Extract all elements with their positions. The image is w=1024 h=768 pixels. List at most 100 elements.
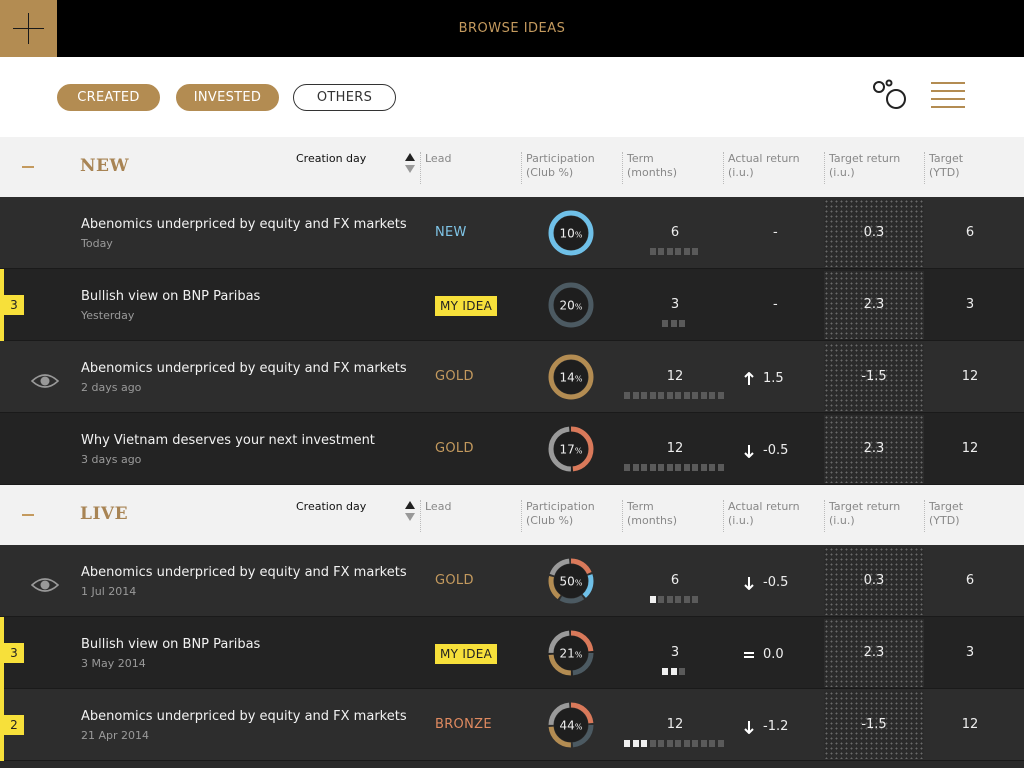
bubbles-view-icon[interactable] — [870, 78, 910, 114]
actual-return-value: 1.5 — [763, 371, 784, 386]
target-return-value: 0.3 — [863, 573, 885, 588]
column-header-line: Target — [929, 500, 964, 513]
idea-title[interactable]: Abenomics underpriced by equity and FX m… — [81, 709, 407, 724]
term-progress-bar — [624, 464, 726, 471]
column-header-line: (i.u.) — [829, 166, 855, 179]
column-header-line: Term — [627, 152, 654, 165]
term-progress-bar — [624, 740, 726, 747]
column-header-line: (months) — [627, 166, 678, 179]
participation-donut: 21% — [548, 630, 594, 676]
column-header-ytd[interactable]: Target (YTD) — [924, 152, 1020, 184]
term-segment — [700, 392, 707, 399]
term-progress-bar — [649, 248, 701, 255]
filter-others-button[interactable]: OTHERS — [293, 84, 396, 111]
term-segment — [649, 392, 656, 399]
arrow-down-icon — [744, 577, 754, 590]
column-header-line: (Club %) — [526, 514, 574, 527]
sort-arrows-icon[interactable] — [405, 153, 415, 175]
idea-row[interactable]: Abenomics underpriced by equity and FX m… — [0, 341, 1024, 413]
term-progress-bar — [624, 392, 726, 399]
rank-badge: 2 — [4, 715, 24, 735]
actual-return-value: 0.0 — [763, 647, 784, 662]
lead-label: BRONZE — [435, 717, 492, 732]
term-progress-bar — [662, 668, 688, 675]
idea-date: 2 days ago — [81, 381, 142, 394]
idea-row[interactable]: Abenomics underpriced by equity and FX m… — [0, 545, 1024, 617]
term-segment — [658, 464, 664, 471]
column-header-actual[interactable]: Actual return (i.u.) — [723, 500, 823, 532]
idea-title[interactable]: Bullish view on BNP Paribas — [81, 289, 260, 304]
column-header-actual[interactable]: Actual return (i.u.) — [723, 152, 823, 184]
target-ytd-value: 12 — [961, 717, 979, 732]
eye-icon[interactable] — [31, 576, 59, 594]
term-segment — [675, 596, 681, 603]
percent-sign: % — [575, 375, 583, 384]
idea-row[interactable]: Abenomics underpriced by equity and FX m… — [0, 197, 1024, 269]
percent-sign: % — [575, 651, 583, 660]
term-segment — [717, 740, 724, 747]
column-header-line: Actual return — [728, 152, 800, 165]
arrow-down-icon — [744, 721, 754, 734]
participation-number: 17 — [560, 443, 575, 457]
participation-number: 14 — [560, 371, 575, 385]
collapse-section-button[interactable] — [22, 166, 34, 168]
column-header-line: (i.u.) — [728, 514, 754, 527]
column-header-term[interactable]: Term (months) — [622, 500, 722, 532]
idea-title[interactable]: Abenomics underpriced by equity and FX m… — [81, 217, 407, 232]
idea-date: Yesterday — [81, 309, 135, 322]
idea-row[interactable]: 2 Abenomics underpriced by equity and FX … — [0, 689, 1024, 761]
target-return-value: 2.3 — [863, 441, 885, 456]
idea-row[interactable]: Why Vietnam deserves your next investmen… — [0, 413, 1024, 485]
term-segment — [666, 392, 673, 399]
percent-sign: % — [575, 303, 583, 312]
idea-row[interactable]: 3 Bullish view on BNP Paribas Yesterday MY … — [0, 269, 1024, 341]
column-header-target[interactable]: Target return (i.u.) — [824, 500, 924, 532]
idea-title[interactable]: Abenomics underpriced by equity and FX m… — [81, 361, 407, 376]
column-header-target[interactable]: Target return (i.u.) — [824, 152, 924, 184]
term-segment — [683, 596, 690, 603]
idea-row[interactable]: 3 Bullish view on BNP Paribas 3 May 2014 MY… — [0, 617, 1024, 689]
term-segment — [624, 740, 630, 747]
column-header-line: (YTD) — [929, 166, 960, 179]
column-header-lead[interactable]: Lead — [420, 500, 520, 532]
column-header-participation[interactable]: Participation (Club %) — [521, 152, 621, 184]
term-segment — [632, 464, 639, 471]
column-header-ytd[interactable]: Target (YTD) — [924, 500, 1020, 532]
term-value: 3 — [670, 297, 680, 312]
collapse-section-button[interactable] — [22, 514, 34, 516]
arrow-down-icon — [744, 445, 754, 458]
idea-title[interactable]: Bullish view on BNP Paribas — [81, 637, 260, 652]
sort-column-header[interactable]: Creation day — [296, 152, 366, 165]
column-header-participation[interactable]: Participation (Club %) — [521, 500, 621, 532]
term-segment — [649, 740, 656, 747]
term-segment — [666, 740, 673, 747]
menu-icon[interactable] — [931, 81, 965, 109]
term-segment — [624, 464, 630, 471]
column-header-term[interactable]: Term (months) — [622, 152, 722, 184]
sort-column-header[interactable]: Creation day — [296, 500, 366, 513]
column-header-line: Target return — [829, 152, 901, 165]
participation-donut: 14% — [548, 354, 594, 400]
target-return-value: 2.3 — [863, 297, 885, 312]
actual-return-value: - — [773, 297, 778, 312]
term-value: 6 — [670, 225, 680, 240]
idea-date: 1 Jul 2014 — [81, 585, 137, 598]
filter-invested-button[interactable]: INVESTED — [176, 84, 279, 111]
rank-badge: 3 — [4, 295, 24, 315]
idea-title[interactable]: Abenomics underpriced by equity and FX m… — [81, 565, 407, 580]
percent-sign: % — [575, 579, 583, 588]
participation-donut: 50% — [548, 558, 594, 604]
term-segment — [692, 392, 698, 399]
filter-created-button[interactable]: CREATED — [57, 84, 160, 111]
term-value: 6 — [670, 573, 680, 588]
add-idea-button[interactable] — [0, 0, 57, 57]
term-segment — [675, 464, 681, 471]
idea-title[interactable]: Why Vietnam deserves your next investmen… — [81, 433, 375, 448]
term-segment — [658, 392, 664, 399]
column-header-line: Participation — [526, 500, 595, 513]
eye-icon[interactable] — [31, 372, 59, 390]
column-header-lead[interactable]: Lead — [420, 152, 520, 184]
sort-arrows-icon[interactable] — [405, 501, 415, 523]
term-value: 3 — [670, 645, 680, 660]
actual-return-value: - — [773, 225, 778, 240]
